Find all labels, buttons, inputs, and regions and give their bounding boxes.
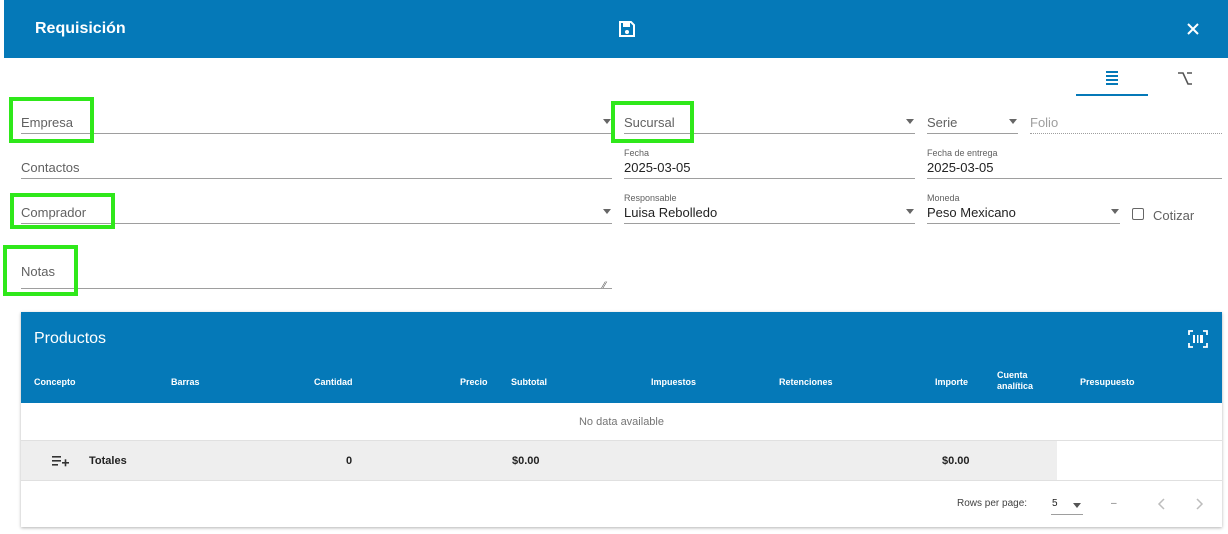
previous-page-button[interactable] bbox=[1154, 496, 1170, 512]
close-icon bbox=[1187, 23, 1199, 35]
rows-per-page-select[interactable]: 5 bbox=[1051, 495, 1083, 515]
dropdown-caret-icon bbox=[906, 209, 914, 214]
title-bar: Requisición bbox=[4, 0, 1228, 58]
chevron-left-icon bbox=[1157, 498, 1165, 510]
serie-label: Serie bbox=[927, 115, 958, 130]
tab-list-view[interactable] bbox=[1076, 66, 1148, 96]
totals-subtotal: $0.00 bbox=[512, 455, 540, 467]
cotizar-label: Cotizar bbox=[1153, 208, 1195, 223]
branch-option-icon bbox=[1178, 72, 1192, 85]
col-barras[interactable]: Barras bbox=[171, 377, 200, 387]
save-button[interactable] bbox=[617, 19, 637, 39]
totals-importe: $0.00 bbox=[942, 455, 970, 467]
col-presupuesto[interactable]: Presupuesto bbox=[1080, 377, 1135, 387]
fecha-label: Fecha bbox=[624, 148, 650, 158]
col-impuestos[interactable]: Impuestos bbox=[651, 377, 696, 387]
contactos-label: Contactos bbox=[21, 160, 80, 175]
no-data-row: No data available bbox=[21, 403, 1222, 441]
fecha-entrega-value: 2025-03-05 bbox=[927, 160, 994, 175]
page-range: – bbox=[1111, 498, 1117, 509]
col-retenciones[interactable]: Retenciones bbox=[779, 377, 833, 387]
folio-placeholder: Folio bbox=[1030, 115, 1059, 130]
col-cuenta-analitica[interactable]: Cuenta analítica bbox=[997, 370, 1045, 392]
fecha-entrega-label: Fecha de entrega bbox=[927, 148, 998, 158]
sucursal-label: Sucursal bbox=[624, 115, 675, 130]
totals-row-filler bbox=[1057, 441, 1222, 481]
dropdown-caret-icon bbox=[1009, 119, 1017, 124]
dropdown-caret-icon bbox=[603, 209, 611, 214]
responsable-value: Luisa Rebolledo bbox=[624, 205, 718, 220]
chevron-right-icon bbox=[1196, 498, 1204, 510]
save-icon bbox=[619, 21, 635, 37]
barcode-scan-button[interactable] bbox=[1187, 329, 1209, 349]
dropdown-caret-icon bbox=[603, 119, 611, 124]
dialog-title: Requisición bbox=[35, 20, 126, 37]
tab-branch-view[interactable] bbox=[1150, 66, 1222, 96]
col-subtotal[interactable]: Subtotal bbox=[511, 377, 547, 387]
notas-textarea[interactable]: Notas bbox=[21, 255, 612, 289]
rows-per-page-value: 5 bbox=[1052, 498, 1058, 509]
moneda-value: Peso Mexicano bbox=[927, 205, 1016, 220]
serie-select[interactable]: Serie bbox=[927, 104, 1018, 134]
responsable-label: Responsable bbox=[624, 193, 677, 203]
fecha-entrega-input[interactable]: Fecha de entrega 2025-03-05 bbox=[927, 148, 1222, 179]
fecha-value: 2025-03-05 bbox=[624, 160, 691, 175]
list-view-icon bbox=[1106, 71, 1118, 85]
products-header: Productos Concepto Barras Cantidad Preci… bbox=[21, 312, 1222, 403]
fecha-input[interactable]: Fecha 2025-03-05 bbox=[624, 148, 915, 179]
moneda-label: Moneda bbox=[927, 193, 960, 203]
cotizar-checkbox[interactable] bbox=[1132, 208, 1144, 220]
empresa-select[interactable]: Empresa bbox=[21, 104, 612, 134]
notas-label: Notas bbox=[21, 264, 55, 279]
totals-row: Totales 0 $0.00 $0.00 bbox=[21, 441, 1057, 481]
empresa-label: Empresa bbox=[21, 115, 74, 130]
playlist-add-icon[interactable] bbox=[52, 454, 70, 468]
next-page-button[interactable] bbox=[1191, 496, 1207, 512]
totals-label: Totales bbox=[89, 455, 127, 467]
moneda-select[interactable]: Moneda Peso Mexicano bbox=[927, 193, 1120, 224]
dropdown-caret-icon bbox=[1073, 503, 1081, 508]
rows-per-page-label: Rows per page: bbox=[957, 498, 1028, 509]
barcode-scan-icon bbox=[1188, 330, 1208, 348]
comprador-label: Comprador bbox=[21, 205, 87, 220]
col-cantidad[interactable]: Cantidad bbox=[314, 377, 353, 387]
close-button[interactable] bbox=[1182, 18, 1204, 40]
contactos-input[interactable]: Contactos bbox=[21, 148, 612, 179]
resize-handle-icon[interactable]: ⁄⁄ bbox=[603, 280, 606, 290]
sucursal-select[interactable]: Sucursal bbox=[624, 104, 915, 134]
totals-cantidad: 0 bbox=[346, 455, 353, 467]
folio-input[interactable]: Folio bbox=[1030, 104, 1222, 134]
responsable-select[interactable]: Responsable Luisa Rebolledo bbox=[624, 193, 915, 224]
products-card: Productos Concepto Barras Cantidad Preci… bbox=[21, 312, 1222, 527]
col-concepto[interactable]: Concepto bbox=[34, 377, 76, 387]
products-title: Productos bbox=[34, 330, 107, 347]
col-importe[interactable]: Importe bbox=[935, 377, 968, 387]
col-precio[interactable]: Precio bbox=[460, 377, 488, 387]
dropdown-caret-icon bbox=[1111, 209, 1119, 214]
comprador-select[interactable]: Comprador bbox=[21, 193, 612, 224]
dropdown-caret-icon bbox=[906, 119, 914, 124]
